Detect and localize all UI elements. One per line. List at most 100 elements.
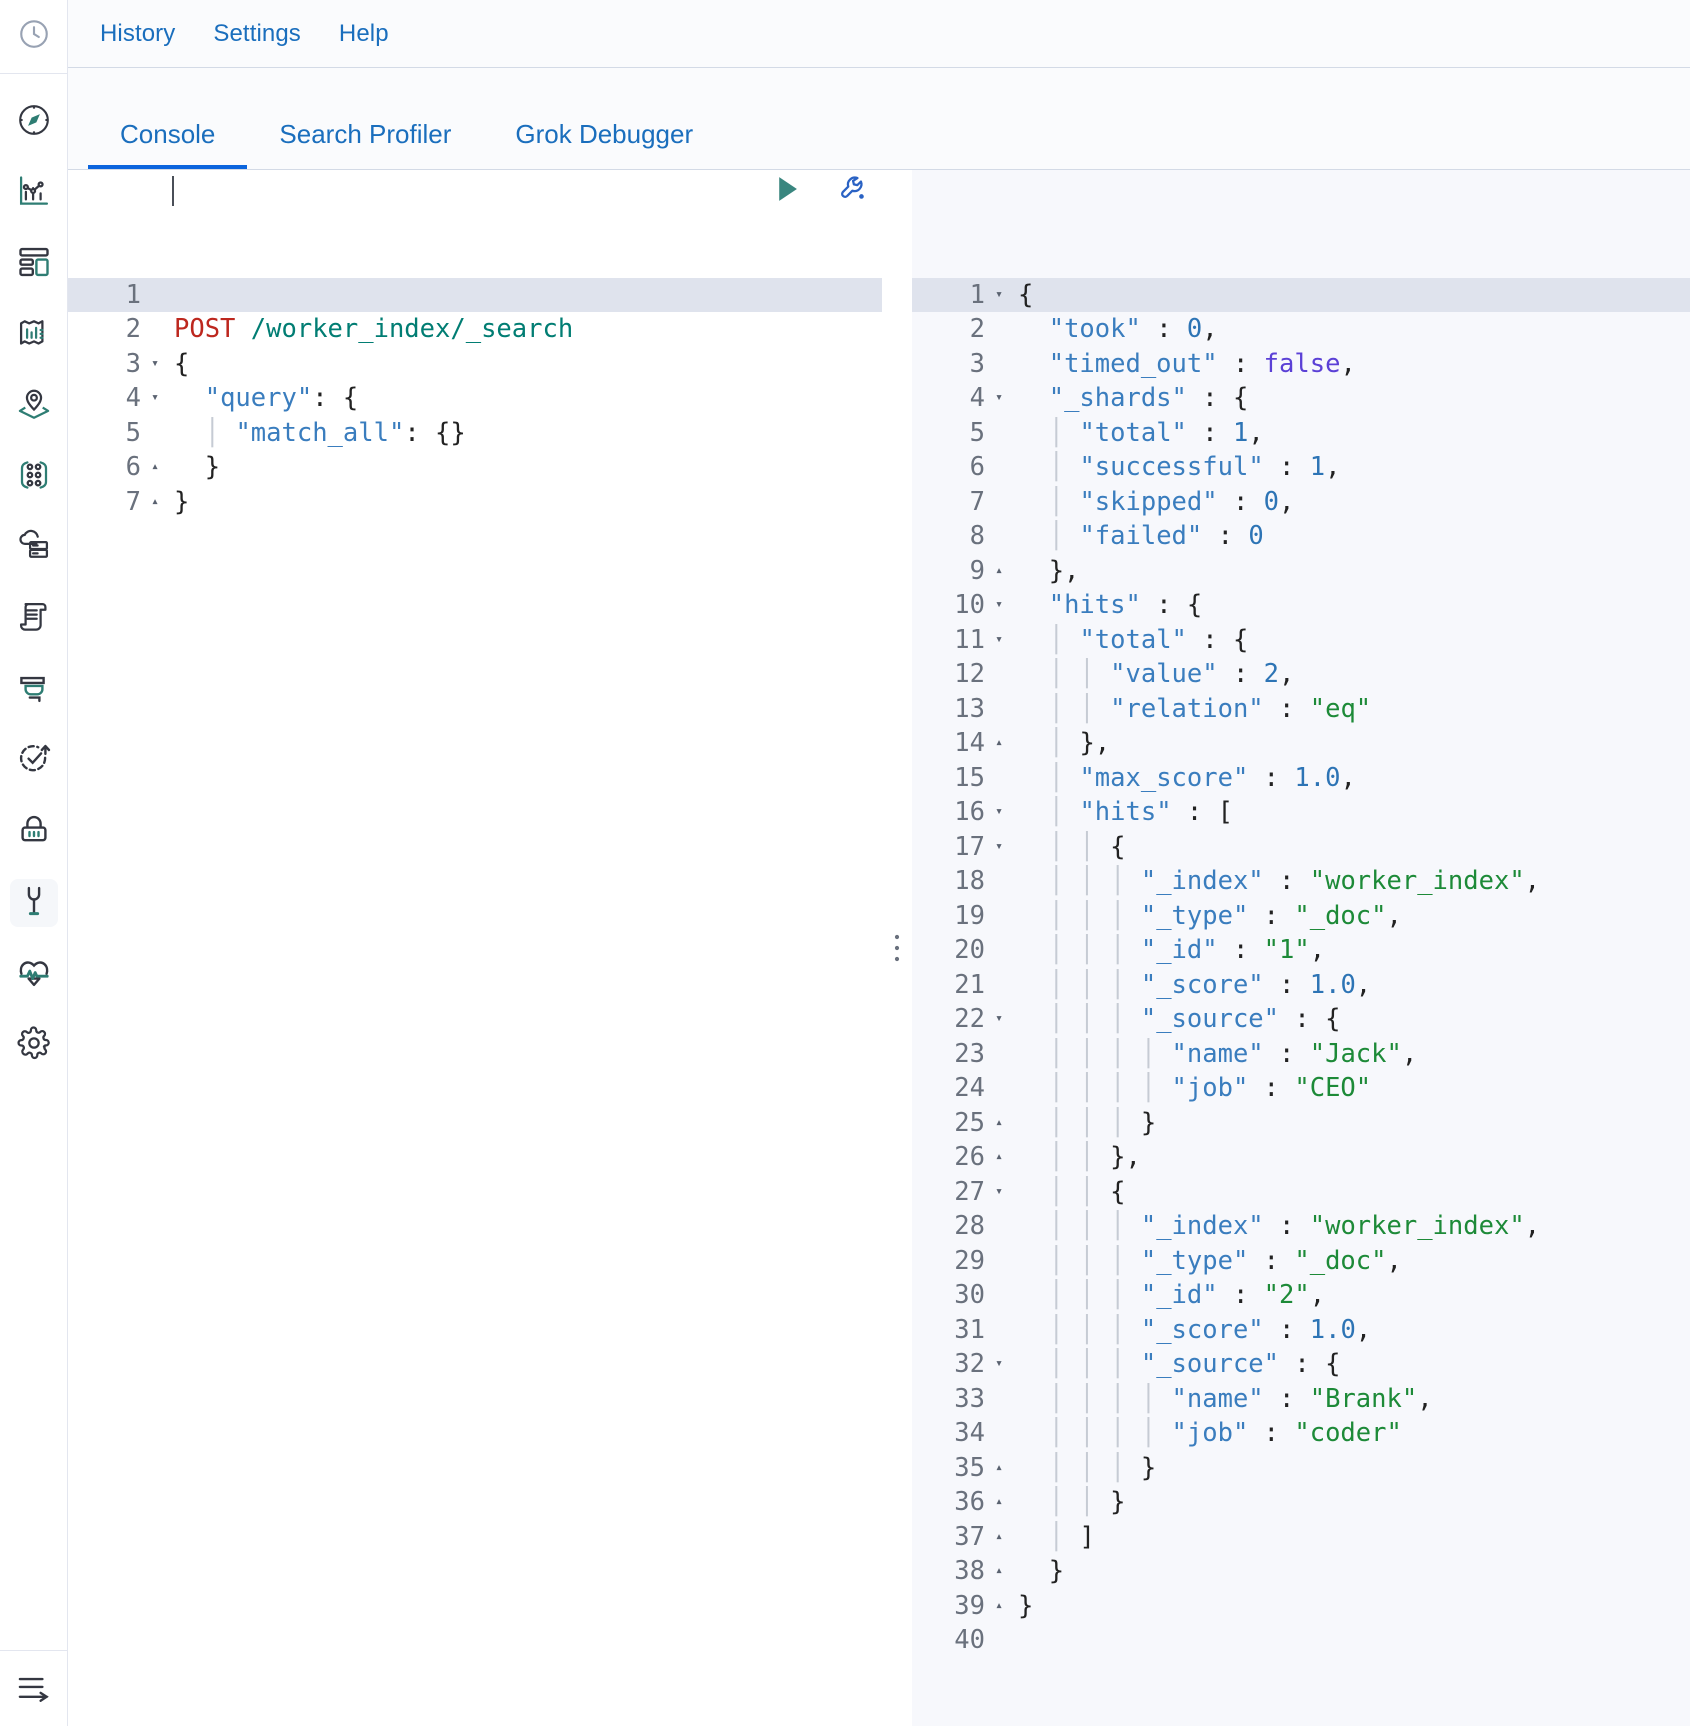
code-line[interactable]: 36 ▴ │ │ }	[912, 1485, 1690, 1520]
console-request-editor[interactable]: 1 2 POST /worker_index/_search 3 ▾ {4 ▾ "query…	[68, 170, 882, 1726]
collapse-arrow-icon[interactable]	[16, 1668, 52, 1709]
tab-search-profiler[interactable]: Search Profiler	[247, 121, 483, 169]
fold-toggle-icon[interactable]: ▾	[988, 278, 1010, 301]
code-line[interactable]: 14 ▴ │ },	[912, 726, 1690, 761]
sidebar-item-canvas[interactable]	[10, 311, 58, 359]
sidebar-item-security[interactable]	[10, 808, 58, 856]
fold-toggle-icon[interactable]: ▴	[988, 1485, 1010, 1508]
code-line[interactable]: 38 ▴ }	[912, 1554, 1690, 1589]
code-line[interactable]: 22 ▾ │ │ │ "_source" : {	[912, 1002, 1690, 1037]
clock-icon[interactable]	[17, 17, 51, 56]
code-line[interactable]: 29 │ │ │ "_type" : "_doc",	[912, 1244, 1690, 1279]
code-line[interactable]: 5 │ "total" : 1,	[912, 416, 1690, 451]
fold-toggle-icon[interactable]: ▾	[144, 347, 166, 370]
fold-toggle-icon[interactable]: ▴	[988, 1520, 1010, 1543]
code-line[interactable]: 16 ▾ │ "hits" : [	[912, 795, 1690, 830]
code-line[interactable]: 18 │ │ │ "_index" : "worker_index",	[912, 864, 1690, 899]
sidebar-item-apm[interactable]	[10, 666, 58, 714]
code-line[interactable]: 2 POST /worker_index/_search	[68, 312, 882, 347]
fold-toggle-icon[interactable]: ▾	[988, 588, 1010, 611]
code-line[interactable]: 37 ▴ │ ]	[912, 1520, 1690, 1555]
sidebar-item-discover[interactable]	[10, 98, 58, 146]
tab-grok-debugger[interactable]: Grok Debugger	[483, 121, 725, 169]
code-line[interactable]: 23 │ │ │ │ "name" : "Jack",	[912, 1037, 1690, 1072]
fold-toggle-icon[interactable]: ▴	[144, 485, 166, 508]
fold-toggle-icon[interactable]: ▾	[988, 1002, 1010, 1025]
wrench-icon[interactable]	[838, 173, 870, 205]
code-line[interactable]: 9 ▴ },	[912, 554, 1690, 589]
play-triangle-icon[interactable]	[770, 172, 804, 206]
fold-toggle-icon[interactable]: ▾	[988, 795, 1010, 818]
code-line[interactable]: 1 ▾ {	[912, 277, 1690, 312]
code-line[interactable]: 6 ▴ }	[68, 450, 882, 485]
code-line[interactable]: 6 │ "successful" : 1,	[912, 450, 1690, 485]
code-line[interactable]: 13 │ │ "relation" : "eq"	[912, 692, 1690, 727]
code-line[interactable]: 31 │ │ │ "_score" : 1.0,	[912, 1313, 1690, 1348]
fold-toggle-icon[interactable]: ▾	[988, 381, 1010, 404]
code-line[interactable]: 10 ▾ "hits" : {	[912, 588, 1690, 623]
sidebar-item-machine-learning[interactable]	[10, 453, 58, 501]
topnav-help[interactable]: Help	[327, 14, 401, 54]
code-token: ,	[1524, 866, 1541, 896]
sidebar-item-monitoring[interactable]	[10, 950, 58, 998]
fold-toggle-icon[interactable]: ▾	[988, 1175, 1010, 1198]
sidebar-item-visualize[interactable]	[10, 169, 58, 217]
code-line[interactable]: 7 ▴}	[68, 485, 882, 520]
sidebar-item-maps[interactable]	[10, 382, 58, 430]
fold-toggle-icon[interactable]: ▴	[988, 726, 1010, 749]
code-line[interactable]: 15 │ "max_score" : 1.0,	[912, 761, 1690, 796]
code-line[interactable]: 17 ▾ │ │ {	[912, 830, 1690, 865]
code-line[interactable]: 33 │ │ │ │ "name" : "Brank",	[912, 1382, 1690, 1417]
code-line[interactable]: 3 ▾ {	[68, 347, 882, 382]
fold-toggle-icon[interactable]: ▾	[988, 830, 1010, 853]
code-line[interactable]: 1	[68, 277, 882, 312]
code-line[interactable]: 3 "timed_out" : false,	[912, 347, 1690, 382]
fold-toggle-icon[interactable]: ▾	[144, 381, 166, 404]
console-response-output[interactable]: 1 ▾{2 "took" : 0, 3 "timed_out" : false, 4 ▾…	[911, 170, 1690, 1726]
fold-toggle-icon[interactable]: ▴	[988, 1589, 1010, 1612]
pane-resize-handle[interactable]	[883, 170, 911, 1726]
sidebar-item-logs[interactable]	[10, 595, 58, 643]
topnav-history[interactable]: History	[88, 14, 187, 54]
fold-toggle-icon[interactable]: ▴	[988, 1451, 1010, 1474]
code-line[interactable]: 4 ▾ "_shards" : {	[912, 381, 1690, 416]
fold-toggle-icon[interactable]: ▴	[988, 1106, 1010, 1129]
code-line[interactable]: 30 │ │ │ "_id" : "2",	[912, 1278, 1690, 1313]
code-line[interactable]: 21 │ │ │ "_score" : 1.0,	[912, 968, 1690, 1003]
code-line[interactable]: 25 ▴ │ │ │ }	[912, 1106, 1690, 1141]
fold-toggle-icon[interactable]: ▴	[988, 554, 1010, 577]
code-line[interactable]: 32 ▾ │ │ │ "_source" : {	[912, 1347, 1690, 1382]
code-line[interactable]: 7 │ "skipped" : 0,	[912, 485, 1690, 520]
code-line[interactable]: 26 ▴ │ │ },	[912, 1140, 1690, 1175]
code-line[interactable]: 40	[912, 1623, 1690, 1658]
fold-toggle-icon[interactable]: ▾	[988, 623, 1010, 646]
sidebar-item-management[interactable]	[10, 1021, 58, 1069]
code-line[interactable]: 11 ▾ │ "total" : {	[912, 623, 1690, 658]
code-line[interactable]: 24 │ │ │ │ "job" : "CEO"	[912, 1071, 1690, 1106]
code-line[interactable]: 39 ▴}	[912, 1589, 1690, 1624]
line-number: 19	[954, 900, 985, 931]
fold-toggle-icon[interactable]: ▴	[988, 1140, 1010, 1163]
code-line[interactable]: 34 │ │ │ │ "job" : "coder"	[912, 1416, 1690, 1451]
sidebar-item-uptime[interactable]	[10, 737, 58, 785]
code-line[interactable]: 12 │ │ "value" : 2,	[912, 657, 1690, 692]
fold-toggle-icon[interactable]: ▴	[144, 450, 166, 473]
tab-console[interactable]: Console	[88, 121, 248, 169]
topnav-settings[interactable]: Settings	[201, 14, 313, 54]
code-line[interactable]: 2 "took" : 0,	[912, 312, 1690, 347]
code-line[interactable]: 28 │ │ │ "_index" : "worker_index",	[912, 1209, 1690, 1244]
fold-toggle-icon[interactable]: ▾	[988, 1347, 1010, 1370]
code-line[interactable]: 27 ▾ │ │ {	[912, 1175, 1690, 1210]
code-line[interactable]: 20 │ │ │ "_id" : "1",	[912, 933, 1690, 968]
code-line[interactable]: 8 │ "failed" : 0	[912, 519, 1690, 554]
code-line[interactable]: 4 ▾ "query": {	[68, 381, 882, 416]
code-token: ,	[1202, 314, 1218, 344]
code-line[interactable]: 19 │ │ │ "_type" : "_doc",	[912, 899, 1690, 934]
sidebar-item-dev-tools[interactable]	[9, 879, 58, 927]
sidebar-item-infrastructure[interactable]	[10, 524, 58, 572]
sidebar-item-dashboard[interactable]	[10, 240, 58, 288]
fold-toggle-icon[interactable]: ▴	[988, 1554, 1010, 1577]
code-line[interactable]: 5 │ "match_all": {}	[68, 416, 882, 451]
code-line[interactable]: 35 ▴ │ │ │ }	[912, 1451, 1690, 1486]
